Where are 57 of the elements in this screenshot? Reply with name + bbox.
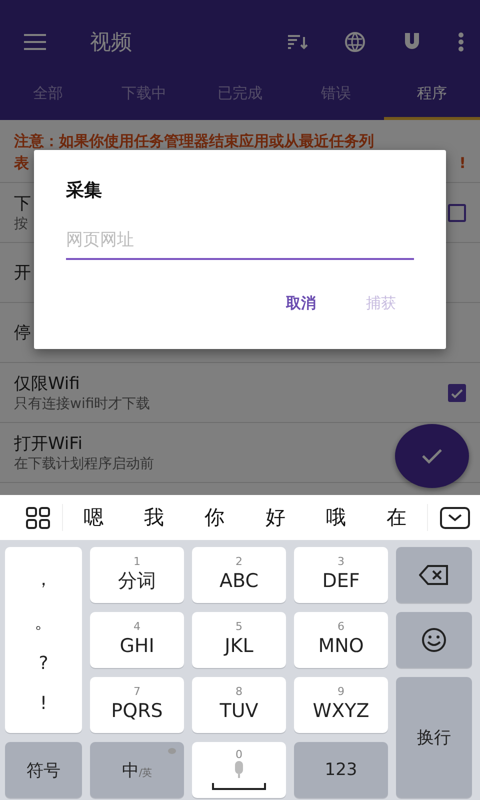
keyboard-key[interactable]: 6 MNO: [294, 612, 388, 668]
keyboard-key[interactable]: 7 PQRS: [90, 677, 184, 733]
backspace-icon: [419, 565, 449, 585]
enter-key[interactable]: 换行: [396, 677, 472, 798]
keyboard-key[interactable]: 5 JKL: [192, 612, 286, 668]
keyboard-key[interactable]: 2 ABC: [192, 547, 286, 603]
backspace-key[interactable]: [396, 547, 472, 603]
candidate-word[interactable]: 你: [198, 504, 231, 531]
setting-title: 仅限Wifi: [14, 373, 80, 395]
dialog-button[interactable]: 取消: [280, 290, 322, 317]
punctuation-key[interactable]: ，: [34, 566, 52, 590]
setting-title: 打开WiFi: [14, 433, 82, 455]
check-icon: [450, 386, 464, 400]
apps-grid-icon[interactable]: [26, 506, 50, 528]
candidate-word[interactable]: 嗯: [77, 504, 110, 531]
keyboard-key[interactable]: 4 GHI: [90, 612, 184, 668]
hide-keyboard-icon[interactable]: [440, 506, 470, 528]
app-title: 视频: [90, 29, 133, 56]
tab[interactable]: 程序: [384, 70, 480, 120]
emoji-key[interactable]: [396, 612, 472, 668]
globe-icon[interactable]: [344, 31, 366, 53]
indicator-dot: [168, 748, 176, 754]
candidate-word[interactable]: 好: [259, 504, 292, 531]
candidate-word[interactable]: 我: [138, 504, 170, 531]
notice-text: 注意：如果你使用任务管理器结束应用或从最近任务列: [14, 131, 375, 152]
checkbox[interactable]: [448, 204, 466, 222]
checkbox[interactable]: [448, 384, 466, 402]
punctuation-key[interactable]: 。: [34, 610, 52, 634]
keyboard-key[interactable]: 3 DEF: [294, 547, 388, 603]
keyboard-key[interactable]: 符号: [5, 742, 82, 798]
setting-subtitle: 在下载计划程序启动前: [14, 455, 154, 473]
punctuation-key[interactable]: !: [40, 692, 48, 714]
setting-title: 开: [14, 262, 31, 284]
setting-title: 下: [14, 193, 31, 215]
keyboard-key[interactable]: 9 WXYZ: [294, 677, 388, 733]
smiley-icon: [421, 627, 447, 653]
setting-subtitle: 只有连接wifi时才下载: [14, 395, 150, 413]
punctuation-key[interactable]: ?: [38, 652, 48, 674]
more-icon[interactable]: [458, 32, 464, 52]
sort-icon[interactable]: [288, 34, 308, 50]
keyboard-key[interactable]: 123: [294, 742, 388, 798]
candidate-word[interactable]: 哦: [320, 504, 352, 531]
notice-text: !: [459, 153, 466, 174]
candidate-word[interactable]: 在: [380, 504, 413, 531]
dialog-title: 采集: [66, 179, 103, 202]
confirm-fab[interactable]: [395, 424, 469, 488]
notice-text: 表: [14, 153, 29, 174]
language-key[interactable]: 中/英: [90, 742, 184, 798]
keyboard-key[interactable]: 8 TUV: [192, 677, 286, 733]
magnet-icon[interactable]: [402, 32, 422, 52]
check-icon: [421, 448, 443, 464]
keyboard-key[interactable]: 1 分词: [90, 547, 184, 603]
setting-title: 停: [14, 322, 31, 344]
setting-subtitle: 按: [14, 215, 28, 233]
microphone-space-icon: [212, 761, 266, 791]
menu-icon[interactable]: [24, 34, 46, 50]
space-key[interactable]: 0: [192, 742, 286, 798]
